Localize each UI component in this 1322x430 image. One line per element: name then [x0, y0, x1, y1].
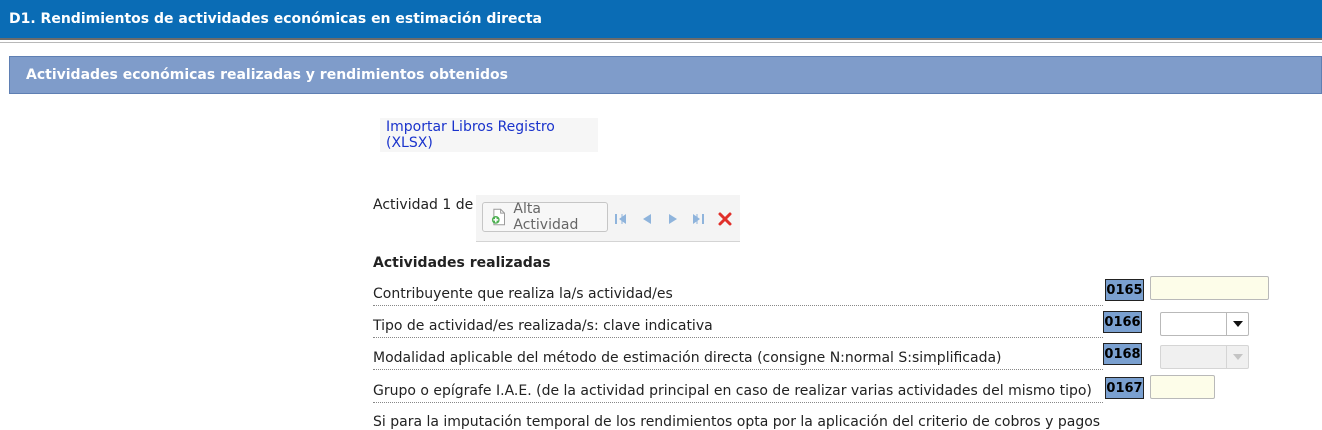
import-button-label: Importar Libros Registro (XLSX) [386, 119, 555, 151]
activity-counter: Actividad 1 de 1 [373, 197, 487, 213]
criterio-cobros-pagos-label: Si para la imputación temporal de los re… [373, 414, 1101, 430]
field-code-0166: 0166 [1103, 311, 1142, 333]
header-divider [0, 38, 1322, 40]
section-subtitle: Actividades realizadas [373, 255, 551, 271]
field-label-0168: Modalidad aplicable del método de estima… [373, 350, 1103, 370]
activity-toolbar: Alta Actividad [476, 195, 740, 242]
field-code-0165: 0165 [1105, 279, 1144, 301]
import-libros-registro-button[interactable]: Importar Libros Registro (XLSX) [380, 118, 598, 152]
next-icon[interactable] [665, 211, 681, 227]
field-label-0165: Contribuyente que realiza la/s actividad… [373, 286, 1103, 306]
delete-icon[interactable] [717, 211, 733, 227]
page-title: D1. Rendimientos de actividades económic… [9, 11, 542, 27]
add-document-icon [491, 208, 505, 226]
chevron-down-icon[interactable] [1226, 313, 1248, 335]
header-divider-thin [0, 42, 1322, 43]
tipo-actividad-select[interactable] [1160, 312, 1249, 336]
field-code-0168: 0168 [1103, 343, 1142, 365]
chevron-down-icon [1226, 346, 1248, 368]
alta-actividad-label: Alta Actividad [513, 201, 579, 233]
modalidad-select [1160, 345, 1249, 369]
previous-icon[interactable] [639, 211, 655, 227]
grupo-epigrafe-input[interactable] [1150, 375, 1215, 399]
contribuyente-input[interactable] [1150, 276, 1269, 300]
field-label-0166: Tipo de actividad/es realizada/s: clave … [373, 318, 1103, 338]
field-label-0167: Grupo o epígrafe I.A.E. (de la actividad… [373, 383, 1103, 403]
field-code-0167: 0167 [1105, 377, 1144, 399]
page-header: D1. Rendimientos de actividades económic… [0, 0, 1322, 38]
alta-actividad-button[interactable]: Alta Actividad [482, 201, 608, 233]
section-header[interactable]: Actividades económicas realizadas y rend… [9, 56, 1322, 94]
section-title: Actividades económicas realizadas y rend… [26, 67, 508, 83]
first-icon[interactable] [613, 211, 629, 227]
last-icon[interactable] [690, 211, 706, 227]
